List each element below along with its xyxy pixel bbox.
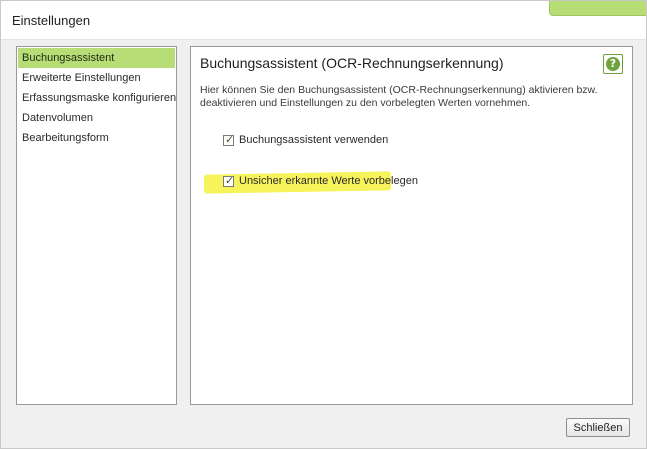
close-button[interactable]: Schließen <box>566 418 630 437</box>
settings-sidebar: Buchungsassistent Erweiterte Einstellung… <box>16 46 177 405</box>
sidebar-item-datenvolumen[interactable]: Datenvolumen <box>18 108 175 128</box>
checkmark-icon: ✓ <box>225 132 235 146</box>
dialog-title: Einstellungen <box>12 13 91 28</box>
prefill-uncertain-checkbox[interactable]: ✓ <box>223 173 235 187</box>
accent-tab <box>549 1 646 16</box>
sidebar-item-buchungsassistent[interactable]: Buchungsassistent <box>18 48 175 68</box>
content-panel: Buchungsassistent (OCR-Rechnungserkennun… <box>190 46 633 405</box>
option-use-assistant[interactable]: ✓ Buchungsassistent verwenden <box>223 132 388 148</box>
use-assistant-label: Buchungsassistent verwenden <box>239 134 389 146</box>
sidebar-item-erweiterte-einstellungen[interactable]: Erweiterte Einstellungen <box>18 68 175 88</box>
prefill-uncertain-label: Unsicher erkannte Werte vorbelegen <box>239 175 418 187</box>
help-button[interactable]: ? <box>603 54 623 74</box>
settings-dialog: Einstellungen Buchungsassistent Erweiter… <box>0 0 647 449</box>
checkmark-icon: ✓ <box>225 173 235 187</box>
section-description: Hier können Sie den Buchungsassistent (O… <box>200 84 598 109</box>
sidebar-item-erfassungsmaske[interactable]: Erfassungsmaske konfigurieren <box>18 88 176 108</box>
section-heading: Buchungsassistent (OCR-Rechnungserkennun… <box>200 55 504 71</box>
option-prefill-uncertain[interactable]: ✓ Unsicher erkannte Werte vorbelegen <box>223 173 418 189</box>
use-assistant-checkbox[interactable]: ✓ <box>223 132 235 146</box>
question-circle-icon: ? <box>606 57 620 71</box>
sidebar-item-bearbeitungsform[interactable]: Bearbeitungsform <box>18 128 175 148</box>
